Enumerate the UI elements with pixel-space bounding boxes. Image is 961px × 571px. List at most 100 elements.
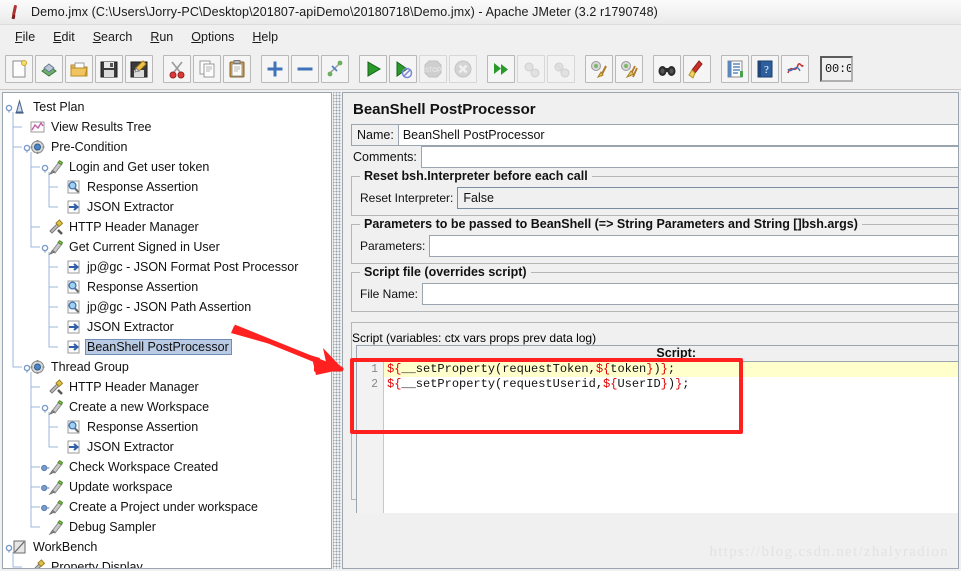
http-sampler-icon: [47, 479, 64, 496]
tree-node[interactable]: HTTP Header Manager: [3, 377, 331, 397]
tree-node-label: Get Current Signed in User: [69, 239, 220, 254]
tree-node-label: Create a Project under workspace: [69, 499, 258, 514]
config-element-icon: [47, 379, 64, 395]
name-input[interactable]: BeanShell PostProcessor: [397, 125, 958, 145]
tree-node[interactable]: WorkBench: [3, 537, 331, 557]
tree-node[interactable]: Pre-Condition: [3, 137, 331, 157]
script-editor[interactable]: Script: 12 ${__setProperty(requestToken,…: [356, 345, 958, 513]
tree-node[interactable]: jp@gc - JSON Format Post Processor: [3, 257, 331, 277]
clear-button[interactable]: [585, 55, 613, 83]
assertion-icon: [65, 279, 82, 295]
function-helper-button[interactable]: [721, 55, 749, 83]
test-plan-tree-pane[interactable]: Test Plan View Results Tree Pre-Condition L…: [2, 92, 332, 569]
script-line[interactable]: ${__setProperty(requestUserid,${UserID})…: [384, 377, 958, 392]
cut-button[interactable]: [163, 55, 191, 83]
script-line[interactable]: ${__setProperty(requestToken,${token})};: [384, 362, 958, 377]
start-no-pauses-button[interactable]: [389, 55, 417, 83]
filename-input[interactable]: [422, 283, 958, 305]
assertion-icon: [65, 419, 82, 435]
http-sampler-icon: [47, 499, 64, 516]
tree-node[interactable]: Update workspace: [3, 477, 331, 497]
clear-all-button[interactable]: [615, 55, 643, 83]
tree-node[interactable]: Test Plan: [3, 97, 331, 117]
tree-node[interactable]: HTTP Header Manager: [3, 217, 331, 237]
menu-run[interactable]: Run: [141, 28, 182, 46]
name-field-row: Name: BeanShell PostProcessor: [351, 124, 958, 146]
script-token: ${: [387, 377, 402, 391]
menu-search[interactable]: Search: [84, 28, 142, 46]
parameters-input[interactable]: [429, 235, 958, 257]
tree-node-label: View Results Tree: [51, 119, 152, 134]
new-button[interactable]: [5, 55, 33, 83]
separator-5: [576, 55, 584, 83]
script-editor-header: Script:: [357, 346, 958, 362]
green-play-icon: [363, 59, 383, 79]
elapsed-timer: 00:0: [820, 56, 853, 82]
menu-options[interactable]: Options: [182, 28, 243, 46]
tree-node[interactable]: Debug Sampler: [3, 517, 331, 537]
tree-node[interactable]: BeanShell PostProcessor: [3, 337, 331, 357]
menu-help-rest: elp: [261, 30, 279, 44]
tree-node-label: Thread Group: [51, 359, 129, 374]
menu-help[interactable]: Help: [243, 28, 287, 46]
script-token: token: [610, 362, 647, 376]
save-button[interactable]: [95, 55, 123, 83]
config-element-icon: [29, 559, 46, 568]
templates-icon: [39, 59, 59, 79]
menu-edit[interactable]: Edit: [44, 28, 84, 46]
tree-node[interactable]: JSON Extractor: [3, 437, 331, 457]
reset-interpreter-dropdown[interactable]: False: [457, 187, 958, 209]
tree-node-label: JSON Extractor: [87, 319, 174, 334]
tree-node[interactable]: Create a new Workspace: [3, 397, 331, 417]
save-as-button[interactable]: [125, 55, 153, 83]
expand-all-button[interactable]: [261, 55, 289, 83]
stop-button: STOP: [419, 55, 447, 83]
tree-node[interactable]: jp@gc - JSON Path Assertion: [3, 297, 331, 317]
search-button[interactable]: [653, 55, 681, 83]
tree-node-label: BeanShell PostProcessor: [85, 338, 232, 356]
separator-4: [478, 55, 486, 83]
copy-button[interactable]: [193, 55, 221, 83]
menu-edit-mnemonic: E: [53, 30, 62, 44]
tree-node[interactable]: JSON Extractor: [3, 317, 331, 337]
name-label: Name:: [357, 128, 394, 142]
tree-node[interactable]: View Results Tree: [3, 117, 331, 137]
split-divider[interactable]: [333, 92, 341, 569]
start-button[interactable]: [359, 55, 387, 83]
tree-node[interactable]: Response Assertion: [3, 417, 331, 437]
http-sampler-icon: [47, 159, 64, 176]
tree-node[interactable]: Get Current Signed in User: [3, 237, 331, 257]
collapse-all-button[interactable]: [291, 55, 319, 83]
tree-node[interactable]: Response Assertion: [3, 277, 331, 297]
tree-node-label: jp@gc - JSON Path Assertion: [87, 299, 252, 314]
templates-button[interactable]: [35, 55, 63, 83]
script-code-content[interactable]: ${__setProperty(requestToken,${token})};…: [384, 362, 958, 513]
tree-node[interactable]: JSON Extractor: [3, 197, 331, 217]
script-header-label: Script:: [656, 346, 696, 360]
tree-node[interactable]: Login and Get user token: [3, 157, 331, 177]
comments-input[interactable]: [420, 146, 958, 168]
thread-group-icon: [29, 359, 46, 375]
script-token: __setProperty(requestToken,: [401, 362, 596, 376]
tree-node[interactable]: Create a Project under workspace: [3, 497, 331, 517]
tree-node[interactable]: Thread Group: [3, 357, 331, 377]
open-folder-icon: [69, 59, 89, 79]
svg-text:STOP: STOP: [425, 68, 441, 74]
tree-node[interactable]: Property Display: [3, 557, 331, 568]
open-button[interactable]: [65, 55, 93, 83]
reset-search-button[interactable]: [683, 55, 711, 83]
remote-start-all-button[interactable]: [487, 55, 515, 83]
tree-node[interactable]: Check Workspace Created: [3, 457, 331, 477]
tree-node-label: Response Assertion: [87, 179, 199, 194]
toggle-pins-icon: [325, 59, 345, 79]
binoculars-icon: [657, 59, 677, 79]
comments-field-row: Comments:: [351, 146, 958, 168]
toggle-button[interactable]: [321, 55, 349, 83]
menu-file[interactable]: File: [6, 28, 44, 46]
menu-file-rest: ile: [22, 30, 36, 44]
help-button[interactable]: ?: [751, 55, 779, 83]
remote-stop-all-button: [517, 55, 545, 83]
paste-button[interactable]: [223, 55, 251, 83]
undo-redo-button[interactable]: [781, 55, 809, 83]
tree-node[interactable]: Response Assertion: [3, 177, 331, 197]
